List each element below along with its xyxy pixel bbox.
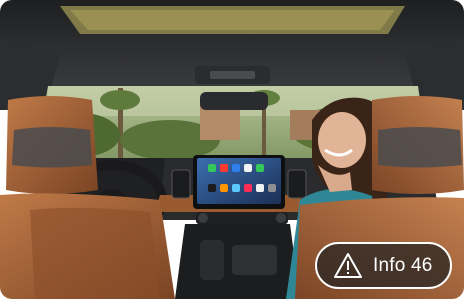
warning-triangle-icon xyxy=(333,252,363,279)
info-badge-label: Info 46 xyxy=(373,254,433,276)
info-badge-button[interactable]: Info 46 xyxy=(315,242,452,289)
